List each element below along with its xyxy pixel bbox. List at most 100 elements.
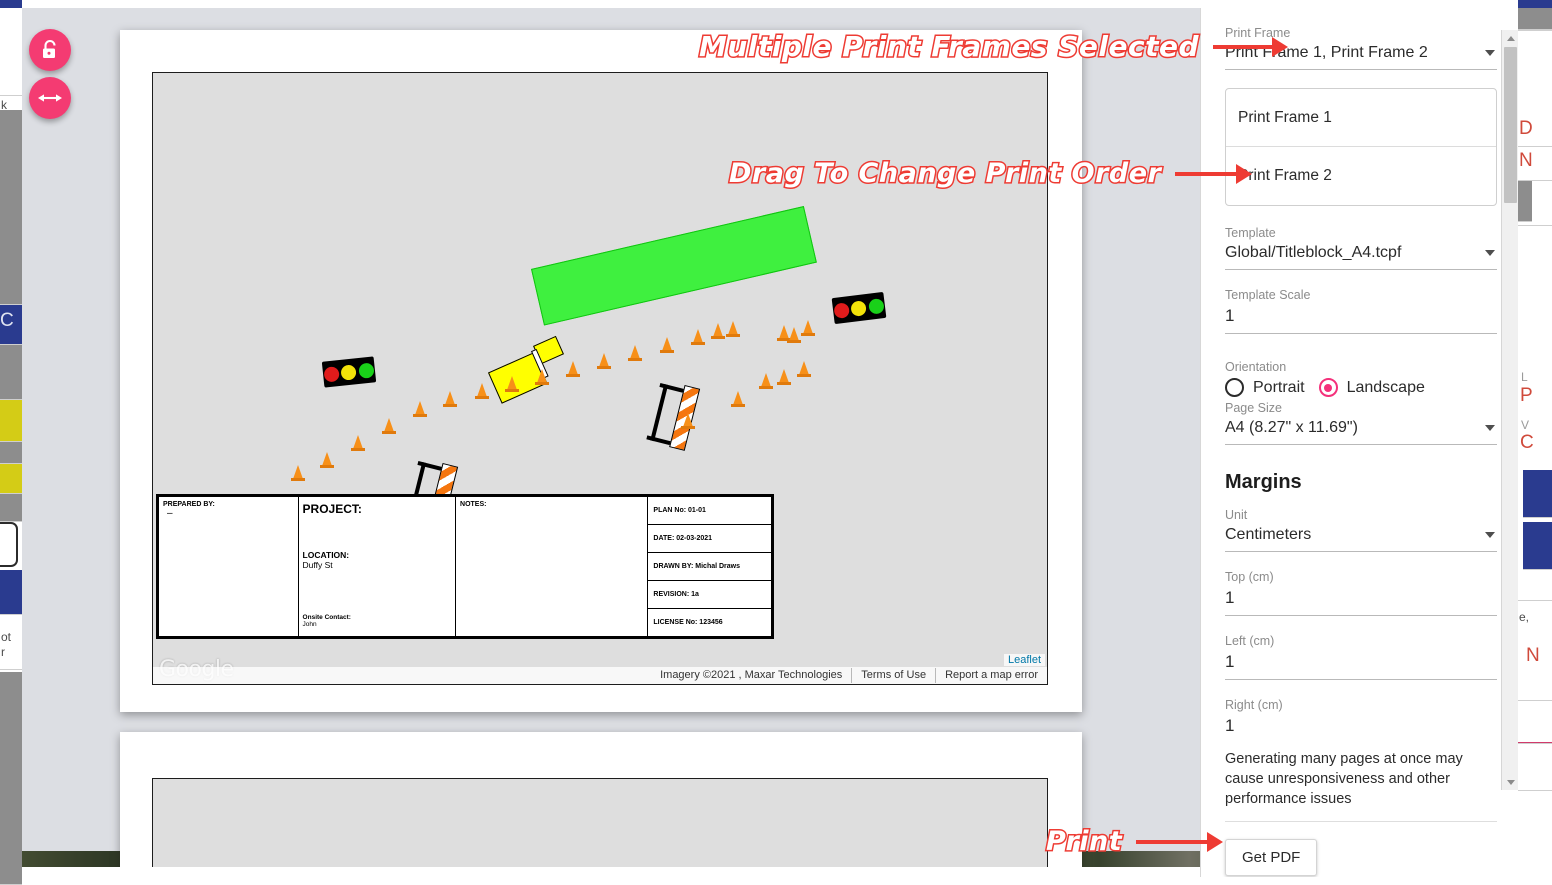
template-scale-input[interactable]: 1 [1225, 306, 1497, 334]
radio-checked-icon [1318, 378, 1338, 397]
traffic-cone-icon [628, 345, 642, 361]
orientation-landscape-option[interactable]: Landscape [1318, 378, 1425, 397]
background-text-fragment: e, [1519, 610, 1530, 624]
traffic-cone-icon [443, 391, 457, 407]
caret-up-icon [1506, 35, 1515, 41]
print-frame-list-item[interactable]: Print Frame 2 [1226, 147, 1496, 205]
background-accent-line [1518, 742, 1552, 744]
background-app-left: k C ot r [0, 0, 22, 885]
page-size-label: Page Size [1225, 401, 1282, 415]
margin-top-label: Top (cm) [1225, 570, 1274, 584]
margin-unit-field: Unit Centimeters [1225, 508, 1497, 552]
traffic-cone-icon [731, 391, 745, 407]
traffic-cone-icon [777, 325, 791, 341]
background-divider [1518, 790, 1552, 791]
titleblock-meta: PLAN No: 01-01 DATE: 02-03-2021 DRAWN BY… [648, 497, 771, 636]
orientation-portrait-label: Portrait [1253, 378, 1305, 396]
margin-unit-value: Centimeters [1225, 526, 1312, 543]
onsite-contact-label: Onsite Contact: [302, 614, 351, 621]
print-frame-label: Print Frame [1225, 26, 1291, 40]
titleblock-notes: NOTES: [456, 497, 649, 636]
titleblock-row: LICENSE No: 123456 [653, 619, 723, 626]
map-attribution: Imagery ©2021 , Maxar Technologies Terms… [153, 667, 1047, 684]
traffic-cone-icon [711, 323, 725, 339]
attribution-imagery: Imagery ©2021 , Maxar Technologies [660, 669, 843, 681]
margin-right-input[interactable]: 1 [1225, 716, 1497, 743]
template-select[interactable]: Global/Titleblock_A4.tcpf [1225, 244, 1497, 270]
caret-down-icon [1506, 779, 1515, 785]
print-page-1[interactable]: PREPARED BY: – PROJECT: LOCATION: Duffy … [120, 30, 1082, 712]
panel-scrollbar[interactable] [1501, 30, 1518, 790]
traffic-light-green [357, 361, 375, 379]
background-block [0, 570, 22, 615]
attribution-terms[interactable]: Terms of Use [851, 668, 935, 683]
chevron-down-icon [1485, 532, 1495, 538]
page-size-select[interactable]: A4 (8.27" x 11.69") [1225, 419, 1497, 445]
background-text-fragment: r [1, 645, 5, 659]
panel-scroll-thumb[interactable] [1504, 47, 1517, 203]
map-pane-2[interactable] [152, 778, 1048, 867]
attribution-report[interactable]: Report a map error [935, 668, 1047, 683]
traffic-light-red [833, 301, 851, 319]
map-pane-1[interactable]: PREPARED BY: – PROJECT: LOCATION: Duffy … [152, 72, 1048, 685]
traffic-cone-icon [681, 413, 695, 429]
margin-right-label: Right (cm) [1225, 698, 1283, 712]
project-label: PROJECT: [302, 502, 362, 516]
traffic-cone-icon [777, 369, 791, 385]
background-block [0, 494, 22, 522]
barricade-icon [646, 379, 715, 453]
background-text-fragment: N [1526, 645, 1540, 666]
background-divider [1518, 146, 1552, 147]
template-label: Template [1225, 226, 1276, 240]
panel-scroll-up-arrow[interactable] [1502, 30, 1518, 46]
prepared-by-value: – [167, 508, 173, 519]
background-app-right: D N L P V C e, N [1518, 0, 1552, 885]
background-text-fragment: C [0, 310, 14, 331]
print-frame-item-label: Print Frame 2 [1238, 167, 1332, 184]
orientation-radio-group[interactable]: Portrait Landscape [1225, 378, 1497, 397]
titleblock-project: PROJECT: LOCATION: Duffy St Onsite Conta… [299, 497, 457, 636]
traffic-cone-icon [291, 465, 305, 481]
lock-layout-button[interactable] [29, 29, 71, 71]
traffic-cone-icon [475, 383, 489, 399]
prepared-by-label: PREPARED BY: [163, 501, 215, 508]
print-frame-order-list[interactable]: Print Frame 1 Print Frame 2 [1225, 88, 1497, 206]
background-divider [1518, 700, 1552, 701]
background-block [1518, 8, 1552, 30]
print-frame-value: Print Frame 1, Print Frame 2 [1225, 44, 1428, 61]
background-block [1523, 470, 1552, 518]
print-frame-select[interactable]: Print Frame 1, Print Frame 2 [1225, 44, 1497, 70]
traffic-light-icon [831, 291, 887, 325]
print-frame-list-item[interactable]: Print Frame 1 [1226, 89, 1496, 147]
location-value: Duffy St [302, 560, 333, 570]
traffic-light-red [323, 365, 340, 383]
get-pdf-button[interactable]: Get PDF [1225, 839, 1318, 876]
orientation-portrait-option[interactable]: Portrait [1225, 378, 1305, 397]
background-divider [1518, 600, 1552, 601]
print-page-2[interactable] [120, 732, 1082, 867]
horizontal-resize-icon [38, 94, 62, 102]
work-zone-polygon[interactable] [531, 206, 817, 326]
margin-unit-select[interactable]: Centimeters [1225, 526, 1497, 552]
print-settings-panel[interactable]: Print Frame Print Frame 1, Print Frame 2… [1200, 8, 1518, 877]
location-label: LOCATION: [302, 550, 350, 560]
page-size-field: Page Size A4 (8.27" x 11.69") [1225, 401, 1497, 445]
traffic-light-yellow [850, 299, 868, 317]
background-block [0, 110, 22, 305]
margin-left-field: Left (cm) 1 [1225, 634, 1497, 680]
titleblock-prepared-by: PREPARED BY: – [159, 497, 299, 636]
margin-top-field: Top (cm) 1 [1225, 570, 1497, 616]
truck-icon [484, 331, 578, 411]
titleblock-row: DRAWN BY: Michal Draws [648, 553, 771, 581]
background-block [0, 464, 22, 494]
panel-scroll-down-arrow[interactable] [1502, 774, 1518, 790]
margin-top-input[interactable]: 1 [1225, 588, 1497, 616]
print-frame-field: Print Frame Print Frame 1, Print Frame 2 [1225, 26, 1497, 70]
resize-width-button[interactable] [29, 77, 71, 119]
margin-left-input[interactable]: 1 [1225, 652, 1497, 680]
background-text-fragment: N [1519, 150, 1533, 171]
barricade-foot [646, 435, 671, 446]
background-block [0, 345, 22, 400]
leaflet-link[interactable]: Leaflet [1003, 654, 1045, 666]
traffic-cone-icon [801, 320, 815, 336]
